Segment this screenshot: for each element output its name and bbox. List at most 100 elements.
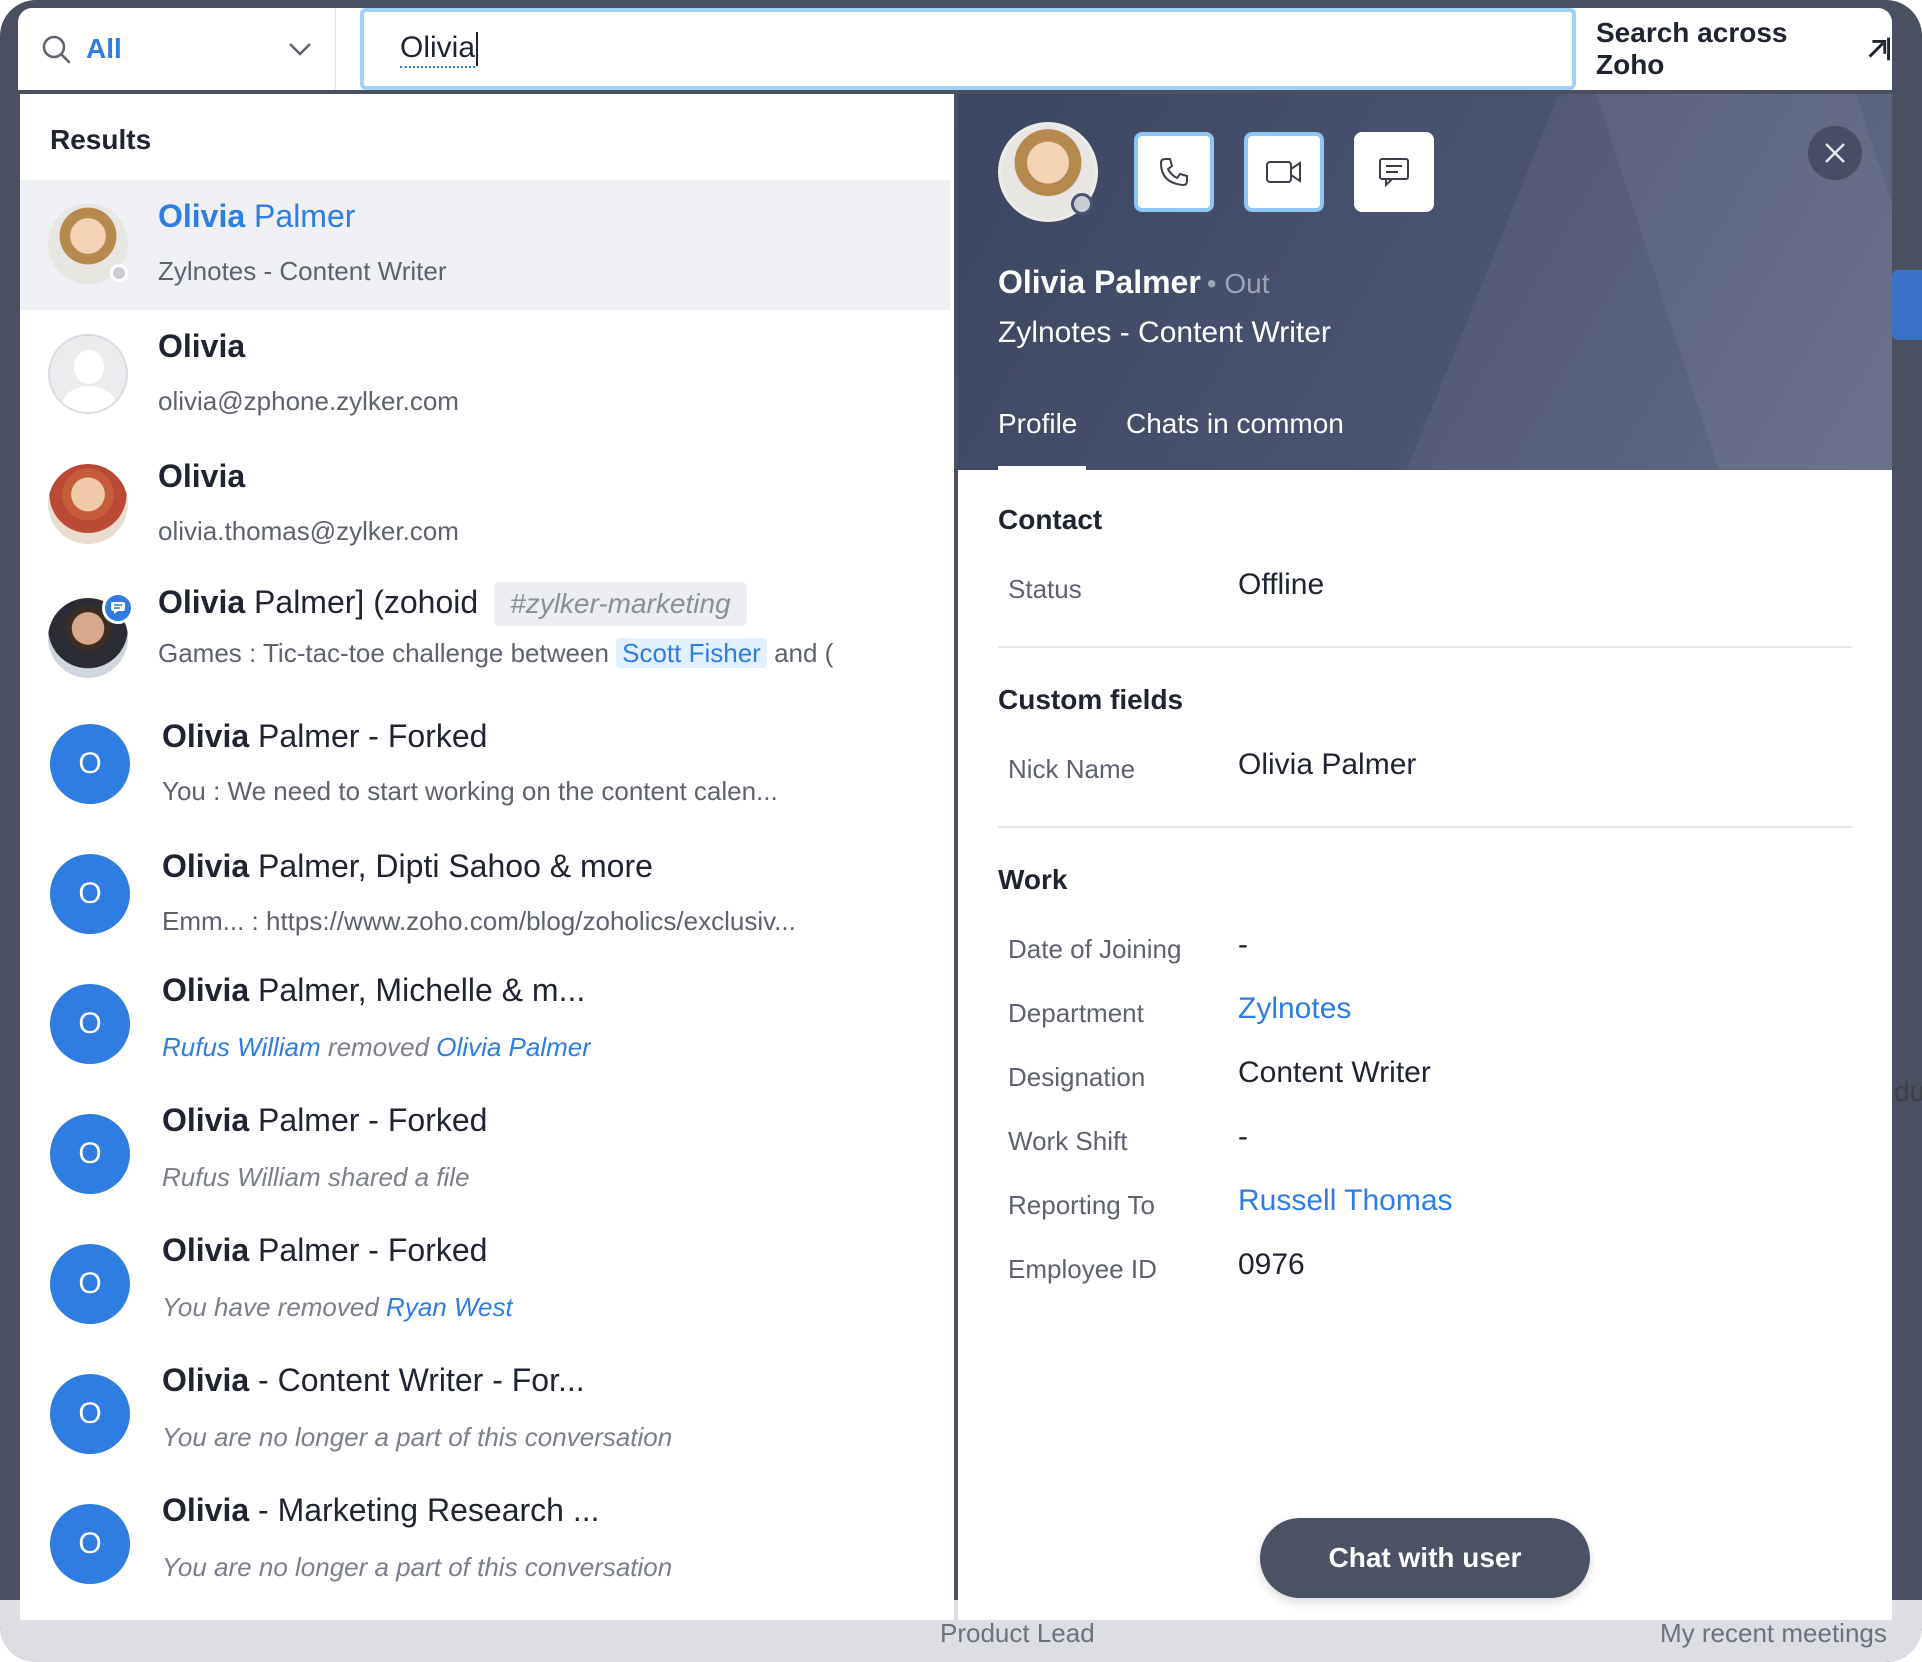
profile-name: Olivia Palmer • Out	[998, 264, 1270, 300]
result-item[interactable]: Olivia Palmer Zylnotes - Content Writer	[20, 180, 950, 310]
result-subtitle: olivia.thomas@zylker.com	[158, 516, 459, 546]
result-title: Olivia Palmer - Forked	[162, 1232, 488, 1268]
background-text: du	[1894, 1076, 1922, 1107]
avatar: O	[50, 984, 130, 1064]
result-subtitle: Zylnotes - Content Writer	[158, 256, 447, 286]
result-subtitle: Rufus William removed Olivia Palmer	[162, 1032, 591, 1062]
result-item[interactable]: O Olivia Palmer - Forked You have remove…	[20, 1220, 954, 1350]
section-title-custom-fields: Custom fields	[998, 684, 1184, 715]
avatar	[48, 592, 134, 678]
search-icon	[42, 35, 71, 64]
search-query: Olivia	[400, 30, 476, 68]
result-item[interactable]: Olivia olivia.thomas@zylker.com	[20, 440, 954, 570]
chevron-down-icon	[289, 43, 311, 56]
result-title: Olivia	[158, 328, 246, 364]
search-across-label: Search across Zoho	[1596, 17, 1788, 80]
search-input[interactable]: Olivia	[360, 8, 1576, 90]
avatar	[48, 464, 128, 544]
filter-label: All	[86, 33, 122, 64]
field-label: Nick Name	[1008, 754, 1136, 784]
active-tab-indicator	[998, 466, 1086, 470]
avatar	[48, 204, 128, 284]
text-caret	[476, 32, 479, 66]
video-icon	[1266, 161, 1301, 183]
department-link[interactable]: Zylnotes	[1238, 992, 1351, 1026]
results-panel: Results Olivia Palmer Zylnotes - Content…	[20, 94, 954, 1620]
close-icon	[1825, 143, 1845, 163]
results-heading: Results	[50, 124, 152, 155]
video-call-button[interactable]	[1244, 132, 1324, 212]
result-title: Olivia	[158, 458, 246, 494]
section-title-work: Work	[998, 864, 1068, 895]
field-label: Reporting To	[1008, 1190, 1155, 1220]
avatar: O	[50, 1114, 130, 1194]
profile-header: Olivia Palmer • Out Zylnotes - Content Wr…	[958, 94, 1892, 470]
search-filter-dropdown[interactable]: All	[18, 8, 336, 90]
tab-profile[interactable]: Profile	[998, 408, 1077, 440]
channel-tag: #zylker-marketing	[494, 582, 747, 626]
status-dot	[1071, 193, 1093, 215]
field-label: Department	[1008, 998, 1144, 1028]
result-subtitle: You have removed Ryan West	[162, 1292, 513, 1322]
divider	[998, 646, 1852, 648]
reporting-to-link[interactable]: Russell Thomas	[1238, 1184, 1453, 1218]
status-dot	[110, 264, 128, 282]
field-value: -	[1238, 1120, 1248, 1153]
chat-badge-icon	[102, 592, 134, 624]
result-subtitle: Games : Tic-tac-toe challenge between Sc…	[158, 638, 834, 668]
result-subtitle: You are no longer a part of this convers…	[162, 1422, 673, 1452]
field-value: Offline	[1238, 568, 1325, 601]
search-bar: All Olivia Search across Zoho	[18, 8, 1892, 90]
call-button[interactable]	[1134, 132, 1214, 212]
field-label: Designation	[1008, 1062, 1146, 1092]
profile-avatar[interactable]	[998, 122, 1098, 222]
message-button[interactable]	[1354, 132, 1434, 212]
result-item[interactable]: O Olivia Palmer - Forked Rufus William s…	[20, 1090, 954, 1220]
result-title: Olivia Palmer, Dipti Sahoo & more	[162, 848, 653, 884]
avatar: O	[50, 1244, 130, 1324]
search-across-zoho-button[interactable]: Search across Zoho	[1576, 8, 1892, 90]
result-item[interactable]: Olivia Palmer] (zohoid #zylker-marketing …	[20, 570, 954, 700]
calendar-icon	[1892, 270, 1922, 340]
close-button[interactable]	[1808, 126, 1862, 180]
field-label: Date of Joining	[1008, 934, 1182, 964]
result-subtitle: You are no longer a part of this convers…	[162, 1552, 673, 1582]
profile-status: • Out	[1206, 268, 1270, 299]
result-item[interactable]: O Olivia - Content Writer - For... You a…	[20, 1350, 954, 1480]
field-value: Olivia Palmer	[1238, 748, 1417, 781]
result-subtitle: Emm... : https://www.zoho.com/blog/zohol…	[162, 906, 796, 936]
profile-role: Zylnotes - Content Writer	[998, 316, 1331, 349]
avatar	[48, 334, 128, 414]
result-subtitle: olivia@zphone.zylker.com	[158, 386, 459, 416]
field-value: -	[1238, 928, 1248, 961]
field-value: 0976	[1238, 1248, 1305, 1281]
avatar: O	[50, 1504, 130, 1584]
result-title: Olivia Palmer - Forked	[162, 718, 488, 754]
result-subtitle: You : We need to start working on the co…	[162, 776, 778, 806]
tab-chats-in-common[interactable]: Chats in common	[1126, 408, 1344, 440]
field-label: Status	[1008, 574, 1082, 604]
profile-panel: Olivia Palmer • Out Zylnotes - Content Wr…	[958, 94, 1892, 1620]
avatar: O	[50, 724, 130, 804]
result-title: Olivia Palmer, Michelle & m...	[162, 972, 586, 1008]
result-item[interactable]: O Olivia - Marketing Research ... You ar…	[20, 1480, 954, 1610]
background-text: My recent meetings	[1660, 1618, 1887, 1648]
field-label: Employee ID	[1008, 1254, 1157, 1284]
section-title-contact: Contact	[998, 504, 1103, 535]
message-icon	[1379, 158, 1409, 188]
result-title: Olivia Palmer] (zohoid #zylker-marketing	[158, 582, 747, 626]
external-link-icon	[1868, 37, 1890, 61]
avatar: O	[50, 854, 130, 934]
result-title: Olivia Palmer	[158, 198, 356, 234]
chat-with-user-button[interactable]: Chat with user	[1260, 1518, 1590, 1598]
result-item[interactable]: Olivia olivia@zphone.zylker.com	[20, 310, 954, 440]
result-title: Olivia Palmer - Forked	[162, 1102, 488, 1138]
result-item[interactable]: O Olivia Palmer, Michelle & m... Rufus W…	[20, 960, 954, 1090]
result-item[interactable]: O Olivia Palmer, Dipti Sahoo & more Emm.…	[20, 830, 954, 960]
phone-icon	[1159, 158, 1188, 187]
avatar: O	[50, 1374, 130, 1454]
result-item[interactable]: O Olivia Palmer - Forked You : We need t…	[20, 700, 954, 830]
background-text: Product Lead	[940, 1618, 1095, 1648]
result-title: Olivia - Content Writer - For...	[162, 1362, 585, 1398]
field-label: Work Shift	[1008, 1126, 1128, 1156]
